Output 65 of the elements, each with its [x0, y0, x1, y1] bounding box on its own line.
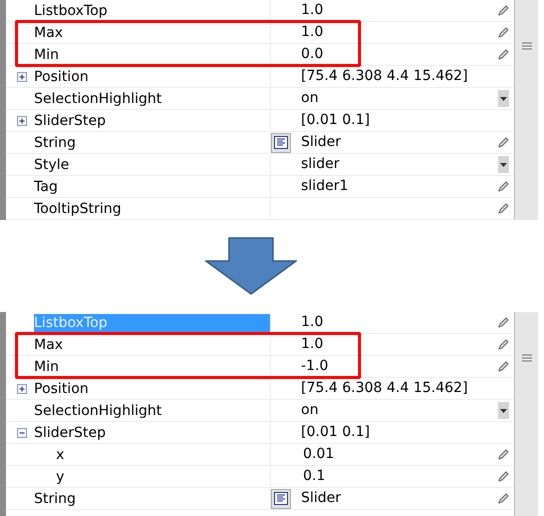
- property-name[interactable]: Position: [34, 380, 89, 398]
- grip-icon[interactable]: [522, 42, 532, 50]
- property-value[interactable]: [75.4 6.308 4.4 15.462]: [301, 66, 496, 87]
- property-name[interactable]: y: [56, 468, 64, 486]
- expand-icon[interactable]: [17, 116, 27, 126]
- property-name[interactable]: Min: [34, 46, 59, 64]
- scrollbar[interactable]: [514, 312, 538, 516]
- expand-icon[interactable]: [17, 384, 27, 394]
- property-value[interactable]: slider1: [301, 176, 496, 197]
- property-value[interactable]: Slider: [301, 132, 496, 153]
- property-value[interactable]: 1.0: [301, 334, 496, 355]
- property-name[interactable]: x: [56, 446, 64, 464]
- dropdown-button[interactable]: [498, 90, 508, 107]
- pencil-icon[interactable]: [498, 137, 508, 148]
- property-value[interactable]: 0.0: [301, 44, 496, 65]
- grip-icon[interactable]: [522, 354, 532, 362]
- property-name[interactable]: Max: [34, 24, 63, 42]
- down-arrow-icon: [205, 237, 297, 295]
- property-name[interactable]: Max: [34, 336, 63, 354]
- property-value[interactable]: [75.4 6.308 4.4 15.462]: [301, 378, 496, 399]
- property-name[interactable]: Tag: [34, 178, 58, 196]
- property-value[interactable]: 1.0: [301, 0, 496, 21]
- property-name[interactable]: TooltipString: [34, 200, 122, 218]
- property-name[interactable]: SliderStep: [34, 424, 106, 442]
- property-name[interactable]: Min: [34, 358, 59, 376]
- property-value[interactable]: Slider: [301, 488, 496, 509]
- property-name[interactable]: Position: [34, 68, 89, 86]
- property-name[interactable]: SliderStep: [34, 112, 106, 130]
- property-name[interactable]: String: [34, 490, 76, 508]
- pencil-icon[interactable]: [498, 361, 508, 372]
- property-value[interactable]: 1.0: [301, 22, 496, 43]
- pencil-icon[interactable]: [498, 49, 508, 60]
- pencil-icon[interactable]: [498, 471, 508, 482]
- pencil-icon[interactable]: [498, 339, 508, 350]
- dropdown-button[interactable]: [498, 156, 508, 173]
- property-value[interactable]: -1.0: [301, 356, 496, 377]
- pencil-icon[interactable]: [498, 203, 508, 214]
- caret-icon: [500, 408, 506, 412]
- dropdown-button[interactable]: [498, 402, 508, 419]
- property-name[interactable]: Style: [34, 156, 70, 174]
- text-editor-button[interactable]: [271, 132, 291, 152]
- property-value[interactable]: 1.0: [301, 312, 496, 333]
- property-value[interactable]: [0.01 0.1]: [301, 422, 496, 443]
- pencil-icon[interactable]: [498, 317, 508, 328]
- pencil-icon[interactable]: [498, 493, 508, 504]
- text-editor-button[interactable]: [271, 488, 291, 508]
- property-name[interactable]: String: [34, 134, 76, 152]
- property-name[interactable]: SelectionHighlight: [34, 90, 162, 108]
- scrollbar[interactable]: [514, 0, 538, 220]
- expand-icon[interactable]: [17, 72, 27, 82]
- pencil-icon[interactable]: [498, 27, 508, 38]
- property-value[interactable]: [0.01 0.1]: [301, 110, 496, 131]
- property-value[interactable]: 0.1: [301, 466, 496, 487]
- property-value[interactable]: on: [301, 400, 496, 421]
- property-name[interactable]: SelectionHighlight: [34, 402, 162, 420]
- pencil-icon[interactable]: [498, 5, 508, 16]
- pencil-icon[interactable]: [498, 449, 508, 460]
- collapse-icon[interactable]: [17, 428, 27, 438]
- property-value[interactable]: slider: [301, 154, 496, 175]
- property-value[interactable]: on: [301, 88, 496, 109]
- caret-icon: [500, 96, 506, 100]
- pencil-icon[interactable]: [498, 181, 508, 192]
- property-value[interactable]: 0.01: [301, 444, 496, 465]
- property-name[interactable]: ListboxTop: [34, 2, 108, 20]
- caret-icon: [500, 162, 506, 166]
